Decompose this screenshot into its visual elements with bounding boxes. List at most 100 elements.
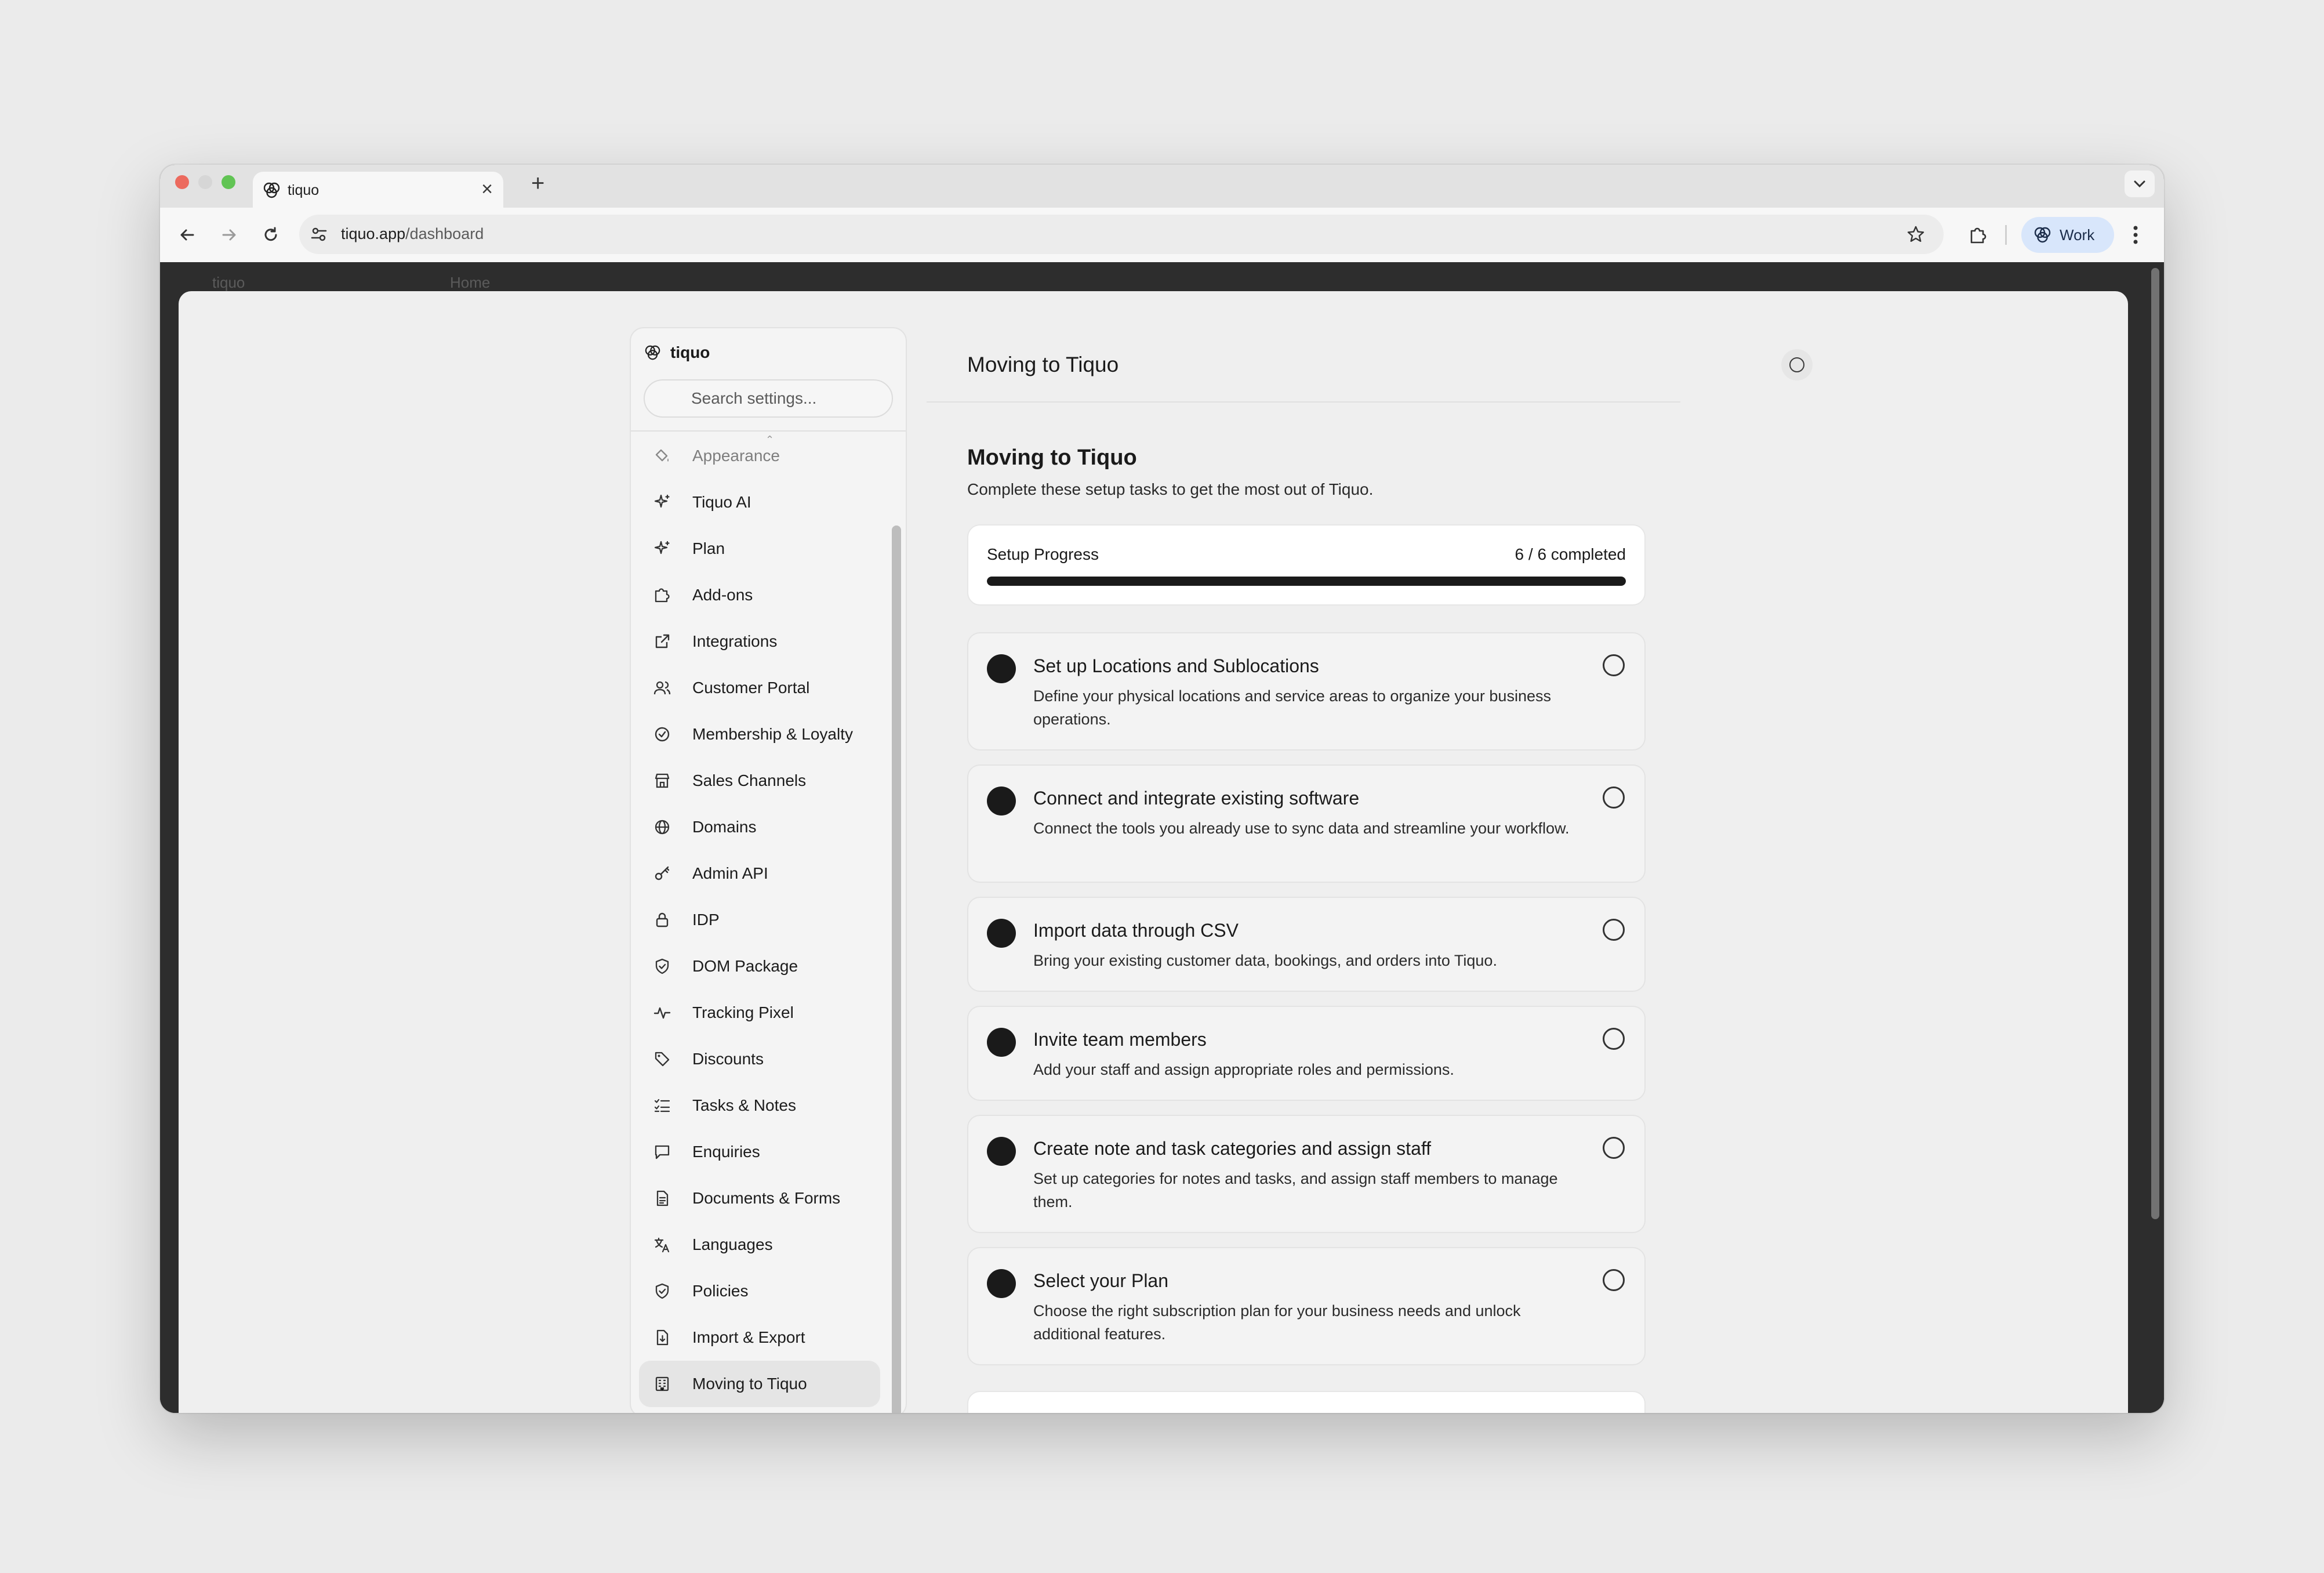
close-window-button[interactable] — [175, 175, 189, 189]
sidebar-item-domains[interactable]: Domains — [639, 804, 880, 850]
task-status-dot — [987, 1137, 1016, 1166]
task-checkbox[interactable] — [1603, 1269, 1625, 1291]
header-divider — [927, 401, 1680, 403]
minimize-window-button[interactable] — [198, 175, 212, 189]
browser-toolbar: tiquo.app/dashboard Work — [160, 208, 2164, 262]
task-card[interactable]: Select your Plan Choose the right subscri… — [967, 1247, 1646, 1365]
building-icon — [653, 1375, 671, 1393]
task-card[interactable]: Connect and integrate existing software C… — [967, 764, 1646, 883]
sidebar-item-languages[interactable]: Languages — [639, 1222, 880, 1268]
sidebar-item-sales-channels[interactable]: Sales Channels — [639, 757, 880, 804]
message-square-icon — [653, 1143, 671, 1161]
sidebar-item-appearance[interactable]: Appearance — [639, 433, 880, 479]
sidebar-item-tracking-pixel[interactable]: Tracking Pixel — [639, 990, 880, 1036]
tab-bar: tiquo × + — [160, 165, 2164, 208]
header-status-button[interactable] — [1781, 349, 1813, 380]
sidebar-item-dom-package[interactable]: DOM Package — [639, 943, 880, 990]
task-checkbox[interactable] — [1603, 1137, 1625, 1159]
browser-tab[interactable]: tiquo × — [253, 172, 503, 208]
next-card — [967, 1391, 1646, 1413]
task-checkbox[interactable] — [1603, 919, 1625, 941]
address-bar[interactable]: tiquo.app/dashboard — [299, 215, 1944, 254]
page-scrollbar[interactable] — [2151, 268, 2159, 1219]
back-button[interactable] — [174, 222, 201, 248]
tiquo-logo-icon — [263, 182, 280, 198]
sidebar-item-policies[interactable]: Policies — [639, 1268, 880, 1314]
browser-menu-button[interactable] — [2122, 222, 2149, 248]
puzzle-icon — [1970, 227, 1987, 244]
extensions-button[interactable] — [1964, 222, 1991, 248]
url-text: tiquo.app/dashboard — [341, 225, 484, 243]
task-checkbox[interactable] — [1603, 786, 1625, 809]
chevron-down-icon — [2134, 180, 2145, 188]
kebab-menu-icon — [2133, 226, 2138, 244]
settings-modal: tiquo ⌃ AppearanceTiquo AIPlanAdd-onsInt… — [179, 291, 2128, 1413]
task-card[interactable]: Create note and task categories and assi… — [967, 1115, 1646, 1233]
shield-check-icon — [653, 1282, 671, 1300]
badge-check-icon — [653, 725, 671, 744]
sidebar-item-label: Languages — [692, 1235, 773, 1253]
sidebar-item-documents-forms[interactable]: Documents & Forms — [639, 1175, 880, 1222]
progress-count: 6 / 6 completed — [1515, 545, 1626, 563]
sidebar-scrollbar[interactable] — [892, 525, 901, 1413]
forward-button[interactable] — [216, 222, 242, 248]
maximize-window-button[interactable] — [221, 175, 235, 189]
profile-label: Work — [2060, 226, 2095, 244]
arrow-right-icon — [222, 229, 236, 241]
sidebar-item-plan[interactable]: Plan — [639, 525, 880, 572]
sidebar-item-membership-loyalty[interactable]: Membership & Loyalty — [639, 711, 880, 757]
sidebar-item-moving-to-tiquo[interactable]: Moving to Tiquo — [639, 1361, 880, 1407]
sidebar-item-label: IDP — [692, 911, 720, 929]
sidebar-item-import-export[interactable]: Import & Export — [639, 1314, 880, 1361]
sidebar-item-tasks-notes[interactable]: Tasks & Notes — [639, 1082, 880, 1129]
task-description: Add your staff and assign appropriate ro… — [1033, 1061, 1454, 1078]
sidebar-item-enquiries[interactable]: Enquiries — [639, 1129, 880, 1175]
task-card[interactable]: Import data through CSV Bring your existi… — [967, 897, 1646, 992]
task-list: Set up Locations and Sublocations Define … — [967, 632, 1646, 1379]
task-title: Create note and task categories and assi… — [1033, 1138, 1432, 1159]
sidebar-item-add-ons[interactable]: Add-ons — [639, 572, 880, 618]
task-card[interactable]: Invite team members Add your staff and as… — [967, 1006, 1646, 1101]
sidebar-item-label: Tracking Pixel — [692, 1003, 794, 1021]
setup-progress-card: Setup Progress 6 / 6 completed — [967, 524, 1646, 606]
activity-icon — [653, 1003, 671, 1022]
reload-button[interactable] — [257, 222, 284, 248]
reload-icon — [264, 227, 277, 241]
task-status-dot — [987, 1269, 1016, 1298]
task-checkbox[interactable] — [1603, 1028, 1625, 1050]
url-path: /dashboard — [405, 225, 484, 242]
tab-close-icon[interactable]: × — [481, 177, 493, 201]
store-icon — [653, 771, 671, 790]
task-card[interactable]: Set up Locations and Sublocations Define … — [967, 632, 1646, 751]
new-tab-button[interactable]: + — [531, 172, 544, 195]
bookmark-star-icon[interactable] — [1904, 223, 1927, 246]
sidebar-item-label: Moving to Tiquo — [692, 1375, 807, 1393]
users-icon — [653, 679, 671, 697]
file-text-icon — [653, 1189, 671, 1208]
browser-window: tiquo × + tiquo.app/dashboard Work tiquo… — [160, 165, 2164, 1413]
shield-check-icon — [653, 957, 671, 976]
tab-search-button[interactable] — [2125, 171, 2155, 197]
sidebar-item-customer-portal[interactable]: Customer Portal — [639, 665, 880, 711]
sidebar-item-tiquo-ai[interactable]: Tiquo AI — [639, 479, 880, 525]
task-status-dot — [987, 654, 1016, 683]
task-checkbox[interactable] — [1603, 654, 1625, 676]
sidebar-item-idp[interactable]: IDP — [639, 897, 880, 943]
profile-button[interactable]: Work — [2021, 217, 2114, 253]
url-host: tiquo.app — [341, 225, 406, 242]
sidebar-item-discounts[interactable]: Discounts — [639, 1036, 880, 1082]
sidebar-item-admin-api[interactable]: Admin API — [639, 850, 880, 897]
section-title: Moving to Tiquo — [967, 445, 1137, 470]
toolbar-divider — [2005, 225, 2007, 245]
sidebar-item-label: Documents & Forms — [692, 1189, 841, 1207]
settings-search-input[interactable] — [644, 379, 893, 418]
sidebar-item-label: Admin API — [692, 864, 768, 882]
sidebar-item-label: Tasks & Notes — [692, 1096, 796, 1114]
background-brand: tiquo — [212, 274, 245, 291]
sidebar-item-integrations[interactable]: Integrations — [639, 618, 880, 665]
app-background: tiquo Home tiquo ⌃ AppearanceTiquo AIPla… — [160, 262, 2164, 1413]
languages-icon — [653, 1235, 671, 1254]
section-subtitle: Complete these setup tasks to get the mo… — [967, 480, 1374, 498]
site-settings-icon[interactable] — [308, 224, 329, 245]
settings-header: tiquo — [644, 343, 710, 362]
